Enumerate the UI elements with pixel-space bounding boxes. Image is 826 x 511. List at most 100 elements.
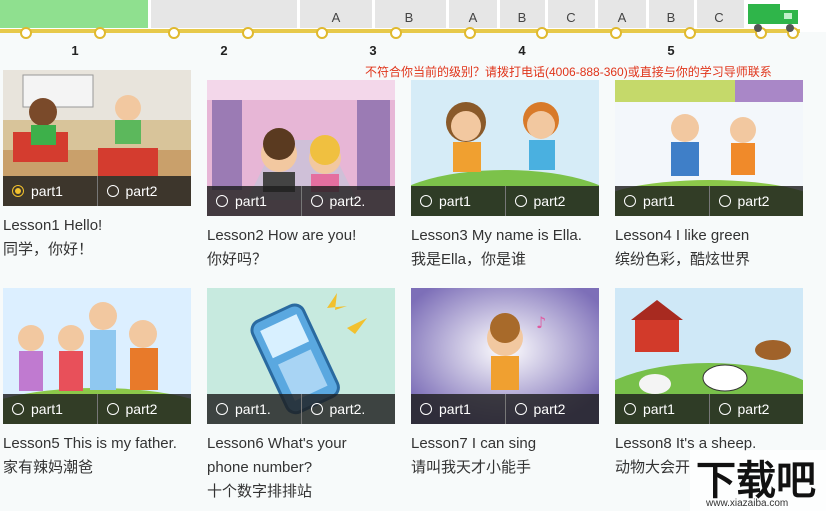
sublevel-label: A — [617, 10, 627, 25]
part1-option[interactable]: part1 — [207, 186, 301, 216]
progress-segment-level-2 — [151, 0, 297, 28]
radio-icon[interactable] — [12, 403, 24, 415]
radio-icon[interactable] — [216, 195, 228, 207]
part1-option[interactable]: part1 — [615, 186, 709, 216]
lesson-card[interactable]: part1 part2. Lesson2 How are you! 你好吗？ — [207, 80, 395, 272]
progress-dot — [168, 27, 180, 39]
lesson-subtitle: 请叫我天才小能手 — [411, 459, 532, 476]
part2-label: part2 — [125, 401, 158, 417]
part2-option[interactable]: part2 — [96, 394, 192, 424]
part1-option[interactable]: part1 — [3, 176, 97, 206]
part2-option[interactable]: part2 — [708, 186, 804, 216]
radio-icon[interactable] — [420, 403, 432, 415]
part2-option[interactable]: part2 — [96, 176, 192, 206]
part1-option[interactable]: part1 — [411, 186, 505, 216]
lesson-title[interactable]: Lesson5 This is my father. — [3, 432, 191, 456]
lesson-title[interactable]: Lesson7 I can sing — [411, 432, 599, 456]
radio-icon[interactable] — [624, 403, 636, 415]
radio-icon[interactable] — [514, 403, 527, 415]
part2-option[interactable]: part2 — [504, 394, 600, 424]
progress-dot — [536, 27, 548, 39]
lesson-thumbnail[interactable]: part1 part2 — [615, 80, 803, 216]
part-selector: part1 part2. — [207, 186, 395, 216]
part-selector: part1 part2 — [615, 394, 803, 424]
lesson-subtitle: 缤纷色彩，酷炫世界 — [615, 251, 751, 268]
progress-dot — [20, 27, 32, 39]
part2-option[interactable]: part2 — [708, 394, 804, 424]
lesson-card[interactable]: part1 part2 Lesson4 I like green 缤纷色彩，酷炫… — [615, 80, 803, 272]
sublevel-label: C — [714, 10, 724, 25]
part-selector: part1 part2 — [411, 394, 599, 424]
lesson-thumbnail[interactable]: part1. part2. — [207, 288, 395, 424]
lesson-subtitle: 同学，你好！ — [3, 241, 94, 258]
lesson-card[interactable]: part1 part2 Lesson1 Hello! 同学，你好！ — [3, 70, 191, 262]
radio-selected-icon[interactable] — [12, 185, 24, 197]
lesson-thumbnail[interactable]: part1 part2 — [411, 80, 599, 216]
part2-option[interactable]: part2 — [504, 186, 600, 216]
lesson-title[interactable]: Lesson1 Hello! — [3, 214, 191, 238]
lesson-thumbnail[interactable]: part1 part2. — [207, 80, 395, 216]
part1-option[interactable]: part1 — [615, 394, 709, 424]
part1-option[interactable]: part1. — [207, 394, 301, 424]
part1-label: part1 — [643, 193, 675, 209]
part1-option[interactable]: part1 — [411, 394, 505, 424]
radio-icon[interactable] — [420, 195, 432, 207]
lesson-title[interactable]: Lesson6 What's your phone number? — [207, 432, 377, 480]
radio-icon[interactable] — [310, 195, 323, 207]
level-number: 5 — [667, 43, 675, 58]
part1-label: part1 — [235, 193, 267, 209]
radio-icon[interactable] — [106, 403, 119, 415]
level-progress-bar: A B A B C A B C — [0, 0, 826, 32]
part2-label: part2 — [737, 193, 770, 209]
lesson-subtitle: 我是Ella，你是谁 — [411, 251, 527, 268]
part1-label: part1 — [31, 401, 63, 417]
part1-label: part1 — [31, 183, 63, 199]
lesson-title[interactable]: Lesson4 I like green — [615, 224, 803, 248]
part1-label: part1. — [235, 401, 271, 417]
part-selector: part1 part2 — [615, 186, 803, 216]
sublevel-label: B — [404, 10, 414, 25]
lesson-thumbnail[interactable]: part1 part2 — [3, 288, 191, 424]
part1-label: part1 — [643, 401, 675, 417]
lesson-title[interactable]: Lesson3 My name is Ella. — [411, 224, 599, 248]
part-selector: part1 part2 — [411, 186, 599, 216]
lesson-subtitle: 你好吗？ — [207, 251, 268, 268]
level-number: 2 — [220, 43, 228, 58]
lesson-thumbnail[interactable]: part1 part2 — [3, 70, 191, 206]
radio-icon[interactable] — [718, 403, 731, 415]
progress-dot — [390, 27, 402, 39]
lesson-card[interactable]: part1. part2. Lesson6 What's your phone … — [207, 288, 395, 504]
part1-label: part1 — [439, 193, 471, 209]
part2-label: part2. — [329, 401, 366, 417]
part-selector: part1 part2 — [3, 176, 191, 206]
sublevel-label: A — [468, 10, 478, 25]
truck-icon — [748, 4, 798, 32]
part2-option[interactable]: part2. — [300, 186, 396, 216]
part1-option[interactable]: part1 — [3, 394, 97, 424]
radio-icon[interactable] — [310, 403, 323, 415]
part2-label: part2 — [533, 401, 566, 417]
sublevel-label: B — [517, 10, 527, 25]
progress-dot — [316, 27, 328, 39]
lesson-title[interactable]: Lesson2 How are you! — [207, 224, 395, 248]
progress-dot — [464, 27, 476, 39]
radio-icon[interactable] — [514, 195, 527, 207]
level-number: 4 — [518, 43, 526, 58]
lesson-card[interactable]: ♪ part1 part2 Lesson7 I can sing 请叫我天才小能… — [411, 288, 599, 480]
lesson-card[interactable]: part1 part2 Lesson3 My name is Ella. 我是E… — [411, 80, 599, 272]
part2-option[interactable]: part2. — [300, 394, 396, 424]
lesson-card[interactable]: part1 part2 Lesson5 This is my father. 家… — [3, 288, 191, 480]
radio-icon[interactable] — [216, 403, 228, 415]
part2-label: part2 — [125, 183, 158, 199]
lesson-thumbnail[interactable]: part1 part2 — [615, 288, 803, 424]
watermark-url: www.xiazaiba.com — [706, 498, 789, 509]
lesson-thumbnail[interactable]: ♪ part1 part2 — [411, 288, 599, 424]
radio-icon[interactable] — [624, 195, 636, 207]
radio-icon[interactable] — [106, 185, 119, 197]
progress-dot — [684, 27, 696, 39]
part1-label: part1 — [439, 401, 471, 417]
lesson-subtitle: 十个数字排排站 — [207, 483, 313, 500]
radio-icon[interactable] — [718, 195, 731, 207]
sublevel-label: A — [331, 10, 341, 25]
level-notice[interactable]: 不符合你当前的级别？请拨打电话(4006-888-360)或直接与你的学习导师联… — [365, 63, 772, 80]
